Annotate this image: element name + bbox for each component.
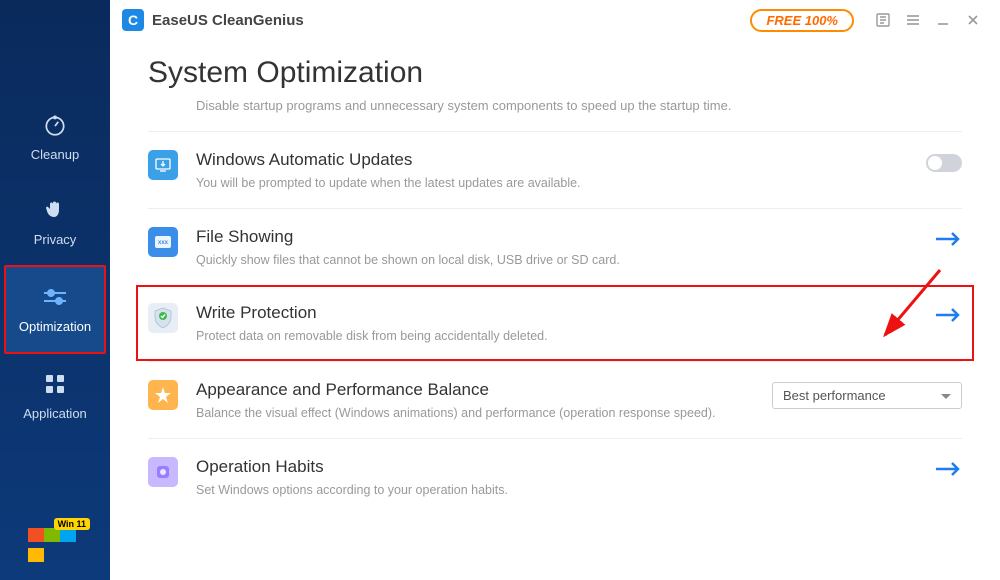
app-logo-icon: C bbox=[122, 9, 144, 31]
star-icon bbox=[148, 380, 178, 410]
monitor-download-icon bbox=[148, 150, 178, 180]
sidebar-label: Optimization bbox=[19, 319, 91, 334]
sidebar-item-application[interactable]: Application bbox=[0, 354, 110, 439]
shield-check-icon bbox=[148, 303, 178, 333]
row-write-protection[interactable]: Write Protection Protect data on removab… bbox=[136, 285, 974, 361]
windows-badge-label: Win 11 bbox=[54, 518, 90, 530]
row-desc: Set Windows options according to your op… bbox=[196, 483, 922, 497]
titlebar: C EaseUS CleanGenius FREE 100% bbox=[110, 0, 1000, 40]
sidebar-item-optimization[interactable]: Optimization bbox=[4, 265, 106, 354]
sidebar-label: Cleanup bbox=[31, 147, 79, 162]
close-icon[interactable] bbox=[958, 5, 988, 35]
grid-icon bbox=[41, 370, 69, 398]
gauge-icon bbox=[41, 111, 69, 139]
row-file-showing[interactable]: xxx File Showing Quickly show files that… bbox=[148, 208, 962, 285]
row-title: Windows Automatic Updates bbox=[196, 150, 914, 170]
app-window: Cleanup Privacy Optimization bbox=[0, 0, 1000, 580]
sidebar-label: Privacy bbox=[34, 232, 77, 247]
row-appearance-performance: Appearance and Performance Balance Balan… bbox=[148, 361, 962, 438]
sidebar-item-cleanup[interactable]: Cleanup bbox=[0, 95, 110, 180]
sidebar: Cleanup Privacy Optimization bbox=[0, 0, 110, 580]
row-desc: Balance the visual effect (Windows anima… bbox=[196, 406, 760, 420]
row-desc: You will be prompted to update when the … bbox=[196, 176, 914, 190]
row-operation-habits[interactable]: Operation Habits Set Windows options acc… bbox=[148, 438, 962, 515]
row-desc: Quickly show files that cannot be shown … bbox=[196, 253, 922, 267]
row-title: Operation Habits bbox=[196, 457, 922, 477]
dropdown-value: Best performance bbox=[783, 388, 886, 403]
row-title: Appearance and Performance Balance bbox=[196, 380, 760, 400]
toggle-windows-updates[interactable] bbox=[926, 154, 962, 172]
app-title: EaseUS CleanGenius bbox=[152, 12, 304, 29]
row-title: File Showing bbox=[196, 227, 922, 247]
sidebar-label: Application bbox=[23, 406, 87, 421]
svg-text:xxx: xxx bbox=[158, 240, 169, 246]
free-badge[interactable]: FREE 100% bbox=[750, 9, 854, 32]
sliders-icon bbox=[41, 283, 69, 311]
file-hidden-icon: xxx bbox=[148, 227, 178, 257]
minimize-icon[interactable] bbox=[928, 5, 958, 35]
row-desc: Protect data on removable disk from bein… bbox=[196, 329, 922, 343]
habits-icon bbox=[148, 457, 178, 487]
windows-badge[interactable]: Win 11 bbox=[28, 528, 78, 568]
sidebar-item-privacy[interactable]: Privacy bbox=[0, 180, 110, 265]
row-title: Write Protection bbox=[196, 303, 922, 323]
arrow-right-icon[interactable] bbox=[934, 231, 962, 249]
arrow-right-icon[interactable] bbox=[934, 307, 962, 325]
performance-dropdown[interactable]: Best performance bbox=[772, 382, 962, 409]
hand-icon bbox=[41, 196, 69, 224]
note-icon[interactable] bbox=[868, 5, 898, 35]
row-windows-updates: Windows Automatic Updates You will be pr… bbox=[148, 131, 962, 208]
arrow-right-icon[interactable] bbox=[934, 461, 962, 479]
content-area: System Optimization Disable startup prog… bbox=[110, 40, 1000, 580]
menu-icon[interactable] bbox=[898, 5, 928, 35]
page-title: System Optimization bbox=[148, 56, 962, 90]
main-panel: C EaseUS CleanGenius FREE 100% System Op… bbox=[110, 0, 1000, 580]
page-subtitle: Disable startup programs and unnecessary… bbox=[196, 98, 962, 113]
